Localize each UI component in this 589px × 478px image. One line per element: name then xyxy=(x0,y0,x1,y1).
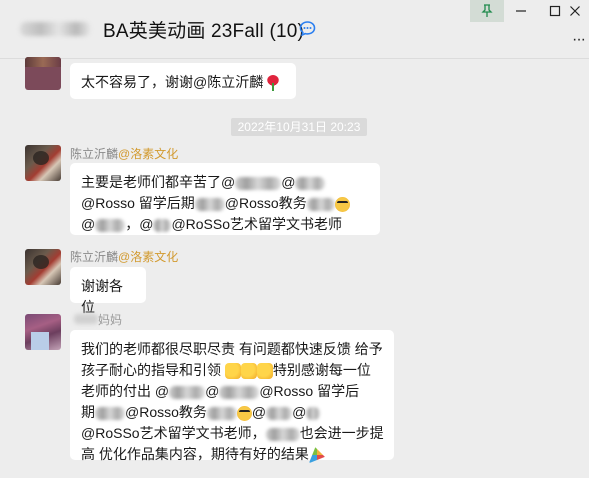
message-text: 孩子耐心的指导和引领 xyxy=(81,362,221,378)
redacted-name xyxy=(306,197,335,211)
avatar[interactable] xyxy=(25,57,61,90)
message-text: ，@ xyxy=(125,216,154,232)
sender-name-text: 陈立沂麟 xyxy=(70,250,119,264)
redacted-name xyxy=(295,176,326,190)
message-text: @Rosso教务 xyxy=(125,404,207,420)
redacted-name xyxy=(95,406,125,420)
rose-emoji xyxy=(267,75,280,92)
minimize-button[interactable] xyxy=(504,0,538,22)
message-text: @Rosso 留学后期 xyxy=(81,195,195,211)
thumbs-up-emoji xyxy=(224,363,241,380)
close-icon xyxy=(569,6,580,16)
message-text: @Rosso教务 xyxy=(224,195,307,211)
redacted-name xyxy=(194,197,225,211)
message-bubble[interactable]: 我们的老师都很尽职尽责 有问题都快速反馈 给予 孩子耐心的指导和引领 特别感谢每… xyxy=(70,330,394,464)
sender-name: 陈立沂麟@洛素文化 xyxy=(70,248,178,265)
redacted-name xyxy=(235,176,282,190)
message-text: 谢谢各位 xyxy=(81,278,123,315)
message-bubble[interactable]: 太不容易了，谢谢@陈立沂麟 xyxy=(70,63,296,99)
message-text: 期 xyxy=(81,404,95,420)
thumbs-up-emoji xyxy=(256,363,273,380)
message-text: 特别感谢每一位 xyxy=(272,362,371,378)
redacted-sender-prefix xyxy=(74,314,98,324)
redacted-name xyxy=(95,218,126,232)
title-divider xyxy=(0,58,589,59)
message-text: @Rosso 留学后 xyxy=(259,383,360,399)
message-text: 也会进一步提 xyxy=(299,425,384,441)
message-text: 我们的老师都很尽职尽责 有问题都快速反馈 给予 xyxy=(81,341,383,357)
message-text: 老师的付出 @ xyxy=(81,383,170,399)
redacted-name xyxy=(219,385,260,399)
message-text: 太不容易了，谢谢@陈立沂麟 xyxy=(81,74,264,90)
message-text: @ xyxy=(205,383,220,399)
message-text: 主要是老师们都辛苦了@ xyxy=(81,174,236,190)
redacted-name xyxy=(153,218,172,232)
sender-name: 妈妈 xyxy=(98,313,123,327)
sender-name: 陈立沂麟@洛素文化 xyxy=(70,145,178,162)
close-button[interactable] xyxy=(560,0,589,22)
grin-emoji xyxy=(236,405,252,421)
pin-button[interactable] xyxy=(470,0,504,22)
message-text: @ xyxy=(81,216,96,232)
sender-tag: @洛素文化 xyxy=(118,250,179,264)
minimize-icon xyxy=(516,10,526,12)
chat-bubble-icon[interactable] xyxy=(299,20,316,37)
redacted-title-prefix xyxy=(20,22,90,36)
redacted-name xyxy=(265,427,300,441)
message-text: @RoSSo艺术留学文书老师， xyxy=(81,425,266,441)
message-text: @RoSSo艺术留学文书老师 xyxy=(171,216,343,232)
message-text: @ xyxy=(251,404,267,420)
message-bubble[interactable]: 主要是老师们都辛苦了@ @ @Rosso 留学后期 @Rosso教务 @ ，@ @RoS… xyxy=(70,163,380,235)
chat-title: BA英美动画 23Fall (10) xyxy=(103,21,305,42)
sender-tag: @洛素文化 xyxy=(118,147,179,161)
message-text: @ xyxy=(292,404,307,420)
sender-name-text: 陈立沂麟 xyxy=(70,147,119,161)
redacted-name xyxy=(266,406,293,420)
avatar[interactable] xyxy=(25,314,61,350)
redacted-name xyxy=(169,385,206,399)
thumbs-up-emoji xyxy=(240,363,257,380)
avatar[interactable] xyxy=(25,249,61,285)
title-bar: BA英美动画 23Fall (10) ··· xyxy=(0,0,589,58)
pin-icon xyxy=(481,4,493,17)
more-icon[interactable]: ··· xyxy=(572,31,586,49)
party-popper-emoji xyxy=(308,447,325,464)
grin-emoji xyxy=(334,196,350,212)
redacted-name xyxy=(306,406,321,420)
message-bubble[interactable]: 谢谢各位 xyxy=(70,267,146,315)
avatar[interactable] xyxy=(25,145,61,181)
message-text: @ xyxy=(281,174,296,190)
message-text: 高 优化作品集内容，期待有好的结果 xyxy=(81,446,309,462)
redacted-name xyxy=(206,406,237,420)
timestamp: 2022年10月31日 20:23 xyxy=(231,118,367,136)
